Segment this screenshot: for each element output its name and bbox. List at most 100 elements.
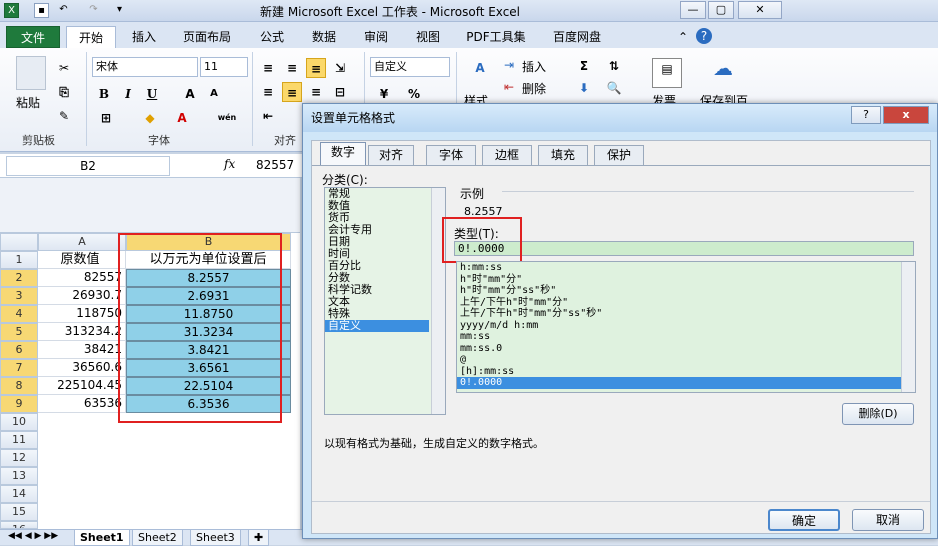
row-header[interactable]: 9 bbox=[0, 395, 38, 413]
insert-button[interactable]: 插入 bbox=[522, 58, 546, 75]
row-header[interactable]: 15 bbox=[0, 503, 38, 521]
list-item[interactable]: h"时"mm"分"ss"秒" bbox=[457, 285, 915, 297]
cell-a9[interactable]: 63536 bbox=[38, 395, 126, 413]
merge-center-icon[interactable]: ⊟ bbox=[330, 82, 350, 102]
customize-qat-icon[interactable]: ▾ bbox=[112, 3, 127, 18]
list-item[interactable]: h"时"mm"分" bbox=[457, 274, 915, 286]
row-header[interactable]: 13 bbox=[0, 467, 38, 485]
row-header[interactable]: 16 bbox=[0, 521, 38, 529]
row-header[interactable]: 6 bbox=[0, 341, 38, 359]
cell-a1[interactable]: 原数值 bbox=[38, 251, 126, 269]
column-header-a[interactable]: A bbox=[38, 233, 126, 251]
row-header[interactable]: 8 bbox=[0, 377, 38, 395]
tab-baidu-netdisk[interactable]: 百度网盘 bbox=[544, 26, 610, 48]
cell-a7[interactable]: 36560.6 bbox=[38, 359, 126, 377]
cut-icon[interactable]: ✂ bbox=[54, 58, 74, 78]
row-header[interactable]: 14 bbox=[0, 485, 38, 503]
category-list[interactable]: 常规 数值 货币 会计专用 日期 时间 百分比 分数 科学记数 文本 特殊 自定… bbox=[324, 187, 446, 415]
font-color-icon[interactable]: A bbox=[172, 108, 192, 128]
row-header[interactable]: 11 bbox=[0, 431, 38, 449]
tab-page-layout[interactable]: 页面布局 bbox=[176, 26, 238, 48]
italic-button[interactable]: I bbox=[118, 84, 138, 104]
baidu-cloud-icon[interactable]: ☁ bbox=[708, 58, 738, 88]
tab-fill[interactable]: 填充 bbox=[538, 145, 588, 165]
list-item[interactable]: mm:ss bbox=[457, 331, 915, 343]
font-size-select[interactable]: 11 bbox=[200, 57, 248, 77]
styles-icon[interactable]: A bbox=[468, 58, 492, 82]
row-header[interactable]: 3 bbox=[0, 287, 38, 305]
fx-icon[interactable]: fx bbox=[224, 157, 235, 171]
percent-button[interactable]: % bbox=[404, 84, 424, 104]
delete-button[interactable]: 删除 bbox=[522, 80, 546, 97]
invoice-icon[interactable]: ▤ bbox=[652, 58, 682, 88]
wrap-text-icon[interactable]: ⇲ bbox=[330, 58, 350, 78]
tab-pdf-tools[interactable]: PDF工具集 bbox=[460, 26, 532, 48]
tab-alignment[interactable]: 对齐 bbox=[368, 145, 414, 165]
tab-protection[interactable]: 保护 bbox=[594, 145, 644, 165]
close-dialog-button[interactable]: x bbox=[883, 106, 929, 124]
tab-border[interactable]: 边框 bbox=[482, 145, 532, 165]
align-center-icon[interactable]: ≡ bbox=[282, 82, 302, 102]
paste-icon[interactable] bbox=[16, 56, 46, 90]
row-header[interactable]: 2 bbox=[0, 269, 38, 287]
fill-color-icon[interactable]: ◆ bbox=[140, 108, 160, 128]
find-select-icon[interactable]: 🔍 bbox=[604, 78, 624, 98]
worksheet-grid[interactable]: A B 1 2 3 4 5 6 7 8 9 10 11 12 13 14 15 … bbox=[0, 233, 300, 529]
cancel-button[interactable]: 取消 bbox=[852, 509, 924, 531]
tab-font[interactable]: 字体 bbox=[426, 145, 476, 165]
underline-button[interactable]: U bbox=[142, 84, 162, 104]
sheet-tab-3[interactable]: Sheet3 bbox=[190, 530, 241, 546]
currency-icon[interactable]: ¥ bbox=[374, 84, 394, 104]
delete-format-button[interactable]: 删除(D) bbox=[842, 403, 914, 425]
close-window-button[interactable]: ✕ bbox=[738, 1, 782, 19]
format-list[interactable]: h:mm:ss h"时"mm"分" h"时"mm"分"ss"秒" 上午/下午h"… bbox=[456, 261, 916, 393]
formula-input[interactable]: 82557 bbox=[256, 158, 294, 172]
cell-a8[interactable]: 225104.45 bbox=[38, 377, 126, 395]
list-item[interactable]: [h]:mm:ss bbox=[457, 366, 915, 378]
list-item[interactable]: 上午/下午h"时"mm"分"ss"秒" bbox=[457, 308, 915, 320]
row-header[interactable]: 12 bbox=[0, 449, 38, 467]
undo-icon[interactable]: ↶ bbox=[56, 3, 71, 18]
list-item[interactable]: yyyy/m/d h:mm bbox=[457, 320, 915, 332]
align-top-icon[interactable]: ≡ bbox=[258, 58, 278, 78]
select-all-corner[interactable] bbox=[0, 233, 38, 251]
cell-a6[interactable]: 38421 bbox=[38, 341, 126, 359]
phonetic-button[interactable]: wén bbox=[214, 108, 240, 128]
list-item-selected[interactable]: 0!.0000 bbox=[457, 377, 901, 389]
list-item[interactable]: mm:ss.0 bbox=[457, 343, 915, 355]
sheet-tab-2[interactable]: Sheet2 bbox=[132, 530, 183, 546]
tab-review[interactable]: 审阅 bbox=[356, 26, 396, 48]
borders-icon[interactable]: ⊞ bbox=[96, 108, 116, 128]
tab-insert[interactable]: 插入 bbox=[124, 26, 164, 48]
tab-formulas[interactable]: 公式 bbox=[252, 26, 292, 48]
row-header[interactable]: 4 bbox=[0, 305, 38, 323]
minimize-button[interactable]: — bbox=[680, 1, 706, 19]
row-header[interactable]: 1 bbox=[0, 251, 38, 269]
align-bottom-icon[interactable]: ≡ bbox=[306, 58, 326, 78]
list-item[interactable]: h:mm:ss bbox=[457, 262, 915, 274]
row-header[interactable]: 10 bbox=[0, 413, 38, 431]
list-item[interactable]: 上午/下午h"时"mm"分" bbox=[457, 297, 915, 309]
ok-button[interactable]: 确定 bbox=[768, 509, 840, 531]
list-item[interactable]: @ bbox=[457, 354, 915, 366]
sort-filter-icon[interactable]: ⇅ bbox=[604, 56, 624, 76]
sheet-tab-1[interactable]: Sheet1 bbox=[74, 530, 130, 546]
align-middle-icon[interactable]: ≡ bbox=[282, 58, 302, 78]
row-header[interactable]: 5 bbox=[0, 323, 38, 341]
font-name-select[interactable]: 宋体 bbox=[92, 57, 198, 77]
tab-data[interactable]: 数据 bbox=[304, 26, 344, 48]
cell-a5[interactable]: 313234.2 bbox=[38, 323, 126, 341]
fill-down-icon[interactable]: ⬇ bbox=[574, 78, 594, 98]
redo-icon[interactable]: ↷ bbox=[86, 3, 101, 18]
grow-font-button[interactable]: A bbox=[180, 84, 200, 104]
name-box[interactable]: B2 bbox=[6, 156, 170, 176]
align-left-icon[interactable]: ≡ bbox=[258, 82, 278, 102]
bold-button[interactable]: B bbox=[94, 84, 114, 104]
cell-a3[interactable]: 26930.7 bbox=[38, 287, 126, 305]
tab-home[interactable]: 开始 bbox=[66, 26, 116, 48]
align-right-icon[interactable]: ≡ bbox=[306, 82, 326, 102]
cell-a4[interactable]: 118750 bbox=[38, 305, 126, 323]
type-input[interactable]: 0!.0000 bbox=[454, 241, 914, 256]
help-button[interactable]: ? bbox=[851, 106, 881, 124]
save-icon[interactable]: ▪ bbox=[34, 3, 49, 18]
